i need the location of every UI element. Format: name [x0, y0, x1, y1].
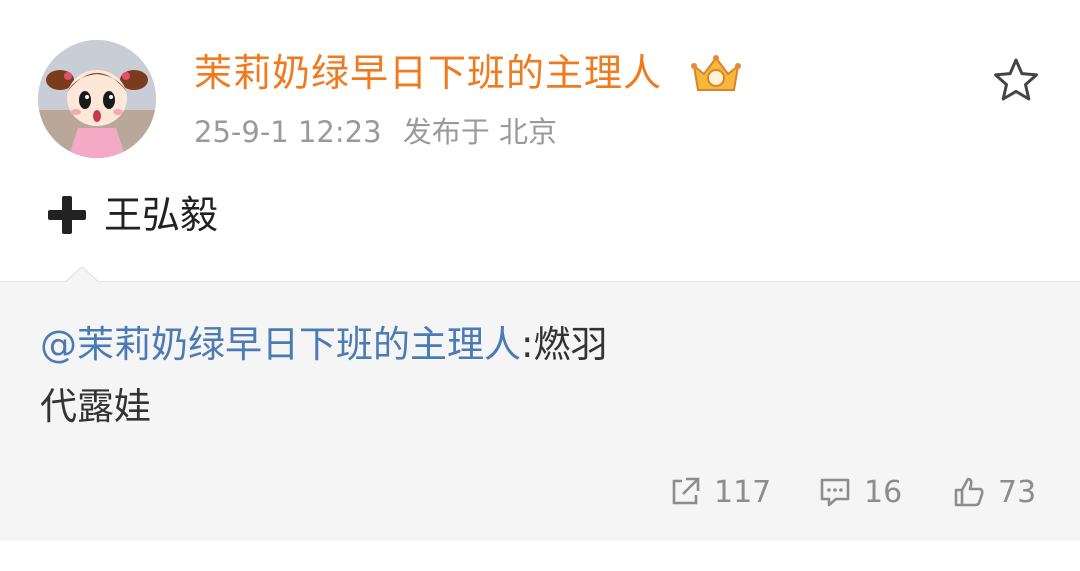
- post-content: 王弘毅: [46, 190, 218, 240]
- post-location: 发布于 北京: [402, 115, 557, 149]
- like-count: 73: [998, 474, 1037, 510]
- like-button[interactable]: 73: [952, 470, 1036, 514]
- star-outline-icon[interactable]: [992, 56, 1040, 104]
- repost-count: 117: [714, 474, 772, 510]
- username[interactable]: 茉莉奶绿早日下班的主理人: [194, 48, 662, 98]
- mention-link[interactable]: @茉莉奶绿早日下班的主理人: [40, 323, 521, 366]
- share-icon: [672, 477, 700, 505]
- cartoon-girl-avatar-icon: [38, 40, 156, 158]
- post-timestamp: 25-9-1 12:23: [194, 115, 382, 149]
- vip-crown-badge-icon[interactable]: [690, 52, 742, 96]
- post-text: 王弘毅: [104, 193, 219, 237]
- avatar[interactable]: [38, 40, 156, 158]
- post-meta: 25-9-1 12:23 发布于 北京: [194, 112, 557, 152]
- repost-text-line2: 代露娃: [40, 385, 151, 428]
- bottom-spacer: [0, 541, 1080, 571]
- repost-text-line1: @茉莉奶绿早日下班的主理人:燃羽: [40, 320, 607, 370]
- repost-text: :燃羽: [521, 323, 608, 366]
- weibo-post: 茉莉奶绿早日下班的主理人 25-9-1 12:23 发布于 北京 王弘毅: [0, 0, 1080, 281]
- plus-icon: [46, 194, 88, 236]
- thumbs-up-icon: [954, 477, 984, 507]
- repost-button[interactable]: 117: [668, 470, 771, 514]
- comment-count: 16: [864, 474, 903, 510]
- comment-button[interactable]: 16: [818, 470, 902, 514]
- comment-icon: [820, 478, 850, 507]
